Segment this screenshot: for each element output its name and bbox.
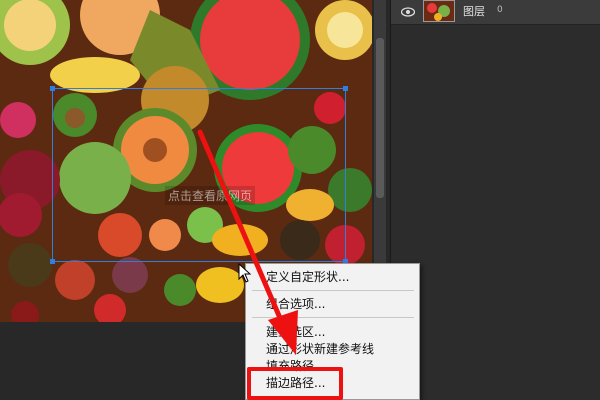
layer-name: 图层 bbox=[463, 5, 485, 18]
layer-row[interactable]: 图层 0 bbox=[391, 0, 600, 25]
watermark-text: 点击查看原网页 bbox=[165, 186, 256, 205]
layer-thumbnail bbox=[423, 0, 455, 22]
menu-item-define-custom-shape[interactable]: 定义自定形状... bbox=[246, 269, 419, 285]
menu-separator bbox=[252, 317, 414, 318]
path-selection-box[interactable] bbox=[50, 86, 348, 264]
eye-icon[interactable] bbox=[401, 6, 415, 18]
layer-index: 0 bbox=[497, 5, 503, 15]
mouse-cursor-icon bbox=[238, 263, 252, 283]
menu-separator bbox=[252, 290, 414, 291]
menu-item-combine-options[interactable]: 组合选项... bbox=[246, 296, 419, 312]
handle-top-right[interactable] bbox=[343, 86, 348, 91]
handle-top-left[interactable] bbox=[50, 86, 55, 91]
menu-item-new-guides-from-shape[interactable]: 通过形状新建参考线 bbox=[246, 341, 419, 357]
scrollbar-thumb[interactable] bbox=[376, 38, 384, 198]
handle-bottom-left[interactable] bbox=[50, 259, 55, 264]
layers-panel: 图层 0 bbox=[390, 0, 600, 400]
menu-item-make-selection[interactable]: 建立选区... bbox=[246, 324, 419, 340]
annotation-highlight-box bbox=[247, 367, 343, 400]
